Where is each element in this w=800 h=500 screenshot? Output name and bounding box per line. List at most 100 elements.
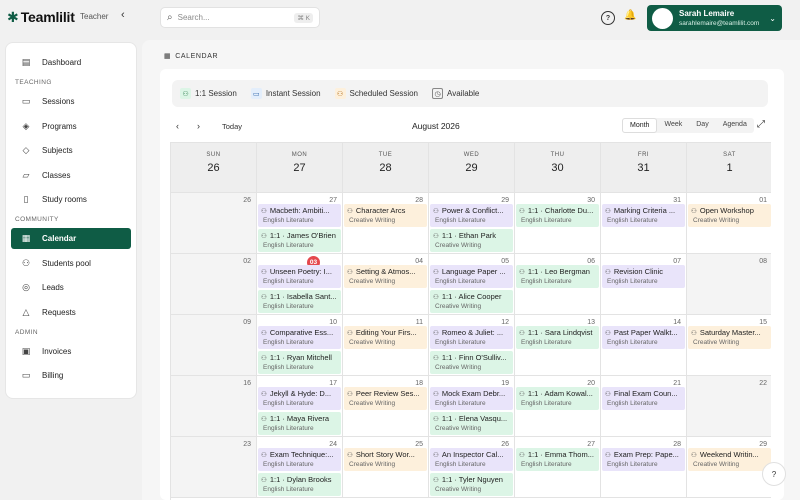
calendar-event[interactable]: ⚇ Editing Your Firs... Creative Writing xyxy=(344,326,427,349)
calendar-event[interactable]: ⚇ 1:1 · James O'Brien English Literature xyxy=(258,229,341,252)
legend-available[interactable]: ◷ Available xyxy=(432,88,479,99)
calendar-day-cell[interactable]: 23 xyxy=(171,437,257,498)
calendar-day-cell[interactable]: 26 xyxy=(171,193,257,254)
expand-icon[interactable]: ⤢ xyxy=(757,119,765,130)
calendar-event[interactable]: ⚇ Marking Criteria ... English Literature xyxy=(602,204,685,227)
calendar-event[interactable]: ⚇ 1:1 · Finn O'Sulliv... Creative Writing xyxy=(430,351,513,374)
calendar-event[interactable]: ⚇ Revision Clinic English Literature xyxy=(602,265,685,288)
calendar-event[interactable]: ⚇ Language Paper ... English Literature xyxy=(430,265,513,288)
view-week[interactable]: Week xyxy=(657,118,689,133)
calendar-event[interactable]: ⚇ An Inspector Cal... English Literature xyxy=(430,448,513,471)
calendar-day-cell[interactable]: 27 ⚇ Macbeth: Ambiti... English Literature ⚇… xyxy=(257,193,343,254)
calendar-event[interactable]: ⚇ Macbeth: Ambiti... English Literature xyxy=(258,204,341,227)
sidebar-item-subjects[interactable]: ◇ Subjects xyxy=(11,140,131,161)
calendar-day-cell[interactable]: 13 ⚇ 1:1 · Sara Lindqvist English Literatur… xyxy=(515,315,601,376)
calendar-event[interactable]: ⚇ Exam Technique:... English Literature xyxy=(258,448,341,471)
sidebar-item-requests[interactable]: △ Requests xyxy=(11,302,131,323)
legend-scheduled[interactable]: ⚇ Scheduled Session xyxy=(334,88,418,99)
prev-month-icon[interactable]: ‹ xyxy=(176,121,179,131)
help-button[interactable]: ? xyxy=(762,462,786,486)
calendar-event[interactable]: ⚇ Romeo & Juliet: ... English Literature xyxy=(430,326,513,349)
view-agenda[interactable]: Agenda xyxy=(716,118,754,133)
calendar-day-cell[interactable]: 09 xyxy=(171,315,257,376)
sidebar-item-dashboard[interactable]: ▤ Dashboard xyxy=(11,52,131,73)
search-input[interactable]: ⌕ Search... ⌘ K xyxy=(160,7,320,28)
sidebar-item-calendar[interactable]: ▦ Calendar xyxy=(11,228,131,250)
legend-one-to-one[interactable]: ⚇ 1:1 Session xyxy=(180,88,237,99)
calendar-event[interactable]: ⚇ Mock Exam Debr... English Literature xyxy=(430,387,513,410)
calendar-day-cell[interactable]: 11 ⚇ Editing Your Firs... Creative Writing xyxy=(343,315,429,376)
calendar-event[interactable]: ⚇ 1:1 · Isabella Sant... English Literatur… xyxy=(258,290,341,313)
sidebar-item-study-rooms[interactable]: ▯ Study rooms xyxy=(11,189,131,210)
calendar-event[interactable]: ⚇ 1:1 · Elena Vasqu... Creative Writing xyxy=(430,412,513,435)
logo[interactable]: ✱ Teamlilit xyxy=(7,9,75,25)
help-circle-icon[interactable]: ? xyxy=(601,11,615,25)
bell-icon[interactable]: 🔔 xyxy=(624,10,636,21)
calendar-event[interactable]: ⚇ 1:1 · Charlotte Du... English Literature xyxy=(516,204,599,227)
calendar-day-cell[interactable]: 29 ⚇ Power & Conflict... English Literature… xyxy=(429,193,515,254)
view-month[interactable]: Month xyxy=(622,118,658,133)
calendar-day-cell[interactable]: 03 ⚇ Unseen Poetry: I... English Literature… xyxy=(257,254,343,315)
sidebar-item-sessions[interactable]: ▭ Sessions xyxy=(11,91,131,112)
sidebar-item-students-pool[interactable]: ⚇ Students pool xyxy=(11,253,131,274)
calendar-day-cell[interactable]: 21 ⚇ Final Exam Coun... English Literature xyxy=(601,376,687,437)
calendar-day-cell[interactable]: 18 ⚇ Peer Review Ses... Creative Writing xyxy=(343,376,429,437)
calendar-event[interactable]: ⚇ Weekend Writin... Creative Writing xyxy=(688,448,771,471)
calendar-event[interactable]: ⚇ 1:1 · Dylan Brooks English Literature xyxy=(258,473,341,496)
calendar-day-cell[interactable]: 04 ⚇ Setting & Atmos... Creative Writing xyxy=(343,254,429,315)
calendar-event[interactable]: ⚇ Unseen Poetry: I... English Literature xyxy=(258,265,341,288)
calendar-day-cell[interactable]: 15 ⚇ Saturday Master... Creative Writing xyxy=(687,315,771,376)
calendar-event[interactable]: ⚇ Comparative Ess... English Literature xyxy=(258,326,341,349)
calendar-event[interactable]: ⚇ 1:1 · Maya Rivera English Literature xyxy=(258,412,341,435)
calendar-day-cell[interactable]: 29 ⚇ Weekend Writin... Creative Writing xyxy=(687,437,771,498)
calendar-day-cell[interactable]: 27 ⚇ 1:1 · Emma Thom... English Literature xyxy=(515,437,601,498)
calendar-event[interactable]: ⚇ 1:1 · Emma Thom... English Literature xyxy=(516,448,599,471)
calendar-event[interactable]: ⚇ 1:1 · Leo Bergman English Literature xyxy=(516,265,599,288)
calendar-day-cell[interactable]: 06 ⚇ 1:1 · Leo Bergman English Literature xyxy=(515,254,601,315)
calendar-event[interactable]: ⚇ Short Story Wor... Creative Writing xyxy=(344,448,427,471)
calendar-day-cell[interactable]: 16 xyxy=(171,376,257,437)
calendar-event[interactable]: ⚇ Setting & Atmos... Creative Writing xyxy=(344,265,427,288)
calendar-day-cell[interactable]: 31 ⚇ Marking Criteria ... English Literatur… xyxy=(601,193,687,254)
calendar-event[interactable]: ⚇ 1:1 · Tyler Nguyen Creative Writing xyxy=(430,473,513,496)
calendar-day-cell[interactable]: 01 ⚇ Open Workshop Creative Writing xyxy=(687,193,771,254)
sidebar-item-leads[interactable]: ◎ Leads xyxy=(11,277,131,298)
calendar-day-cell[interactable]: 02 xyxy=(171,254,257,315)
calendar-event[interactable]: ⚇ Power & Conflict... English Literature xyxy=(430,204,513,227)
calendar-day-cell[interactable]: 22 xyxy=(687,376,771,437)
view-day[interactable]: Day xyxy=(689,118,715,133)
calendar-event[interactable]: ⚇ 1:1 · Alice Cooper Creative Writing xyxy=(430,290,513,313)
calendar-day-cell[interactable]: 10 ⚇ Comparative Ess... English Literature ⚇… xyxy=(257,315,343,376)
calendar-event[interactable]: ⚇ 1:1 · Ethan Park Creative Writing xyxy=(430,229,513,252)
calendar-day-cell[interactable]: 08 xyxy=(687,254,771,315)
calendar-day-cell[interactable]: 14 ⚇ Past Paper Walkt... English Literature xyxy=(601,315,687,376)
calendar-day-cell[interactable]: 20 ⚇ 1:1 · Adam Kowal... English Literature xyxy=(515,376,601,437)
user-menu-button[interactable]: Sarah Lemaire sarahlemaire@teamlilit.com… xyxy=(647,5,782,31)
today-button[interactable]: Today xyxy=(222,122,242,131)
sidebar-item-classes[interactable]: ▱ Classes xyxy=(11,165,131,186)
sidebar-item-billing[interactable]: ▭ Billing xyxy=(11,365,131,386)
calendar-event[interactable]: ⚇ 1:1 · Adam Kowal... English Literature xyxy=(516,387,599,410)
calendar-day-cell[interactable]: 30 ⚇ 1:1 · Charlotte Du... English Literatu… xyxy=(515,193,601,254)
calendar-day-cell[interactable]: 12 ⚇ Romeo & Juliet: ... English Literature… xyxy=(429,315,515,376)
next-month-icon[interactable]: › xyxy=(197,121,200,131)
chevron-left-icon[interactable]: ‹ xyxy=(121,9,125,21)
calendar-event[interactable]: ⚇ Peer Review Ses... Creative Writing xyxy=(344,387,427,410)
calendar-day-cell[interactable]: 17 ⚇ Jekyll & Hyde: D... English Literature… xyxy=(257,376,343,437)
calendar-event[interactable]: ⚇ Open Workshop Creative Writing xyxy=(688,204,771,227)
calendar-event[interactable]: ⚇ Saturday Master... Creative Writing xyxy=(688,326,771,349)
legend-instant[interactable]: ▭ Instant Session xyxy=(250,88,321,99)
calendar-day-cell[interactable]: 19 ⚇ Mock Exam Debr... English Literature ⚇ 1… xyxy=(429,376,515,437)
calendar-day-cell[interactable]: 28 ⚇ Exam Prep: Pape... English Literature xyxy=(601,437,687,498)
calendar-day-cell[interactable]: 05 ⚇ Language Paper ... English Literature ⚇… xyxy=(429,254,515,315)
calendar-day-cell[interactable]: 28 ⚇ Character Arcs Creative Writing xyxy=(343,193,429,254)
calendar-event[interactable]: ⚇ Past Paper Walkt... English Literature xyxy=(602,326,685,349)
calendar-event[interactable]: ⚇ Final Exam Coun... English Literature xyxy=(602,387,685,410)
calendar-event[interactable]: ⚇ 1:1 · Ryan Mitchell English Literature xyxy=(258,351,341,374)
calendar-day-cell[interactable]: 24 ⚇ Exam Technique:... English Literature ⚇… xyxy=(257,437,343,498)
sidebar-item-programs[interactable]: ◈ Programs xyxy=(11,116,131,137)
calendar-day-cell[interactable]: 07 ⚇ Revision Clinic English Literature xyxy=(601,254,687,315)
calendar-event[interactable]: ⚇ Jekyll & Hyde: D... English Literature xyxy=(258,387,341,410)
sidebar-item-invoices[interactable]: ▣ Invoices xyxy=(11,341,131,362)
calendar-event[interactable]: ⚇ Character Arcs Creative Writing xyxy=(344,204,427,227)
